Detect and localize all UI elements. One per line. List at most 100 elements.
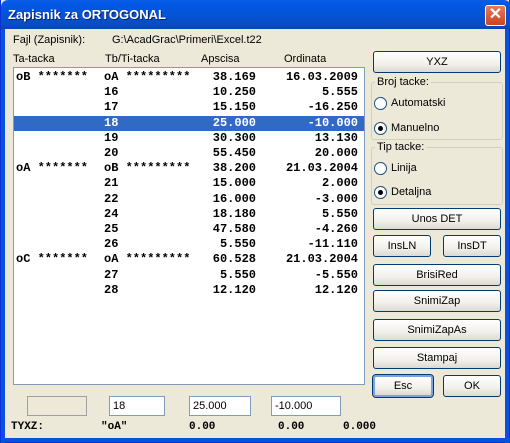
list-row[interactable]: oC ******* oA ********* 60.528 21.03.2004 xyxy=(14,252,364,267)
cell-tb: 27 xyxy=(104,267,119,282)
cell-ordinata: 12.120 xyxy=(314,282,358,297)
cell-ordinata: 5.550 xyxy=(321,206,358,221)
cell-ordinata: 2.000 xyxy=(321,176,358,191)
stampaj-button[interactable]: Stampaj xyxy=(373,347,501,369)
list-row[interactable]: oB ******* oA ********* 38.169 16.03.2009 xyxy=(14,70,364,85)
cell-ordinata: -3.000 xyxy=(314,191,358,206)
cell-tb: 19 xyxy=(104,130,119,145)
cell-tb: 25 xyxy=(104,222,119,236)
broj-tacke-label: Broj tacke: xyxy=(375,76,431,88)
insdt-button[interactable]: InsDT xyxy=(443,235,501,257)
cell-apscisa: 12.120 xyxy=(212,282,256,297)
cell-apscisa: 5.550 xyxy=(219,237,256,252)
manuelno-label[interactable]: Manuelno xyxy=(391,122,439,134)
list-row[interactable]: 24 18.180 5.550 xyxy=(14,207,364,222)
column-header-tb: Tb/Ti-tacka xyxy=(105,53,160,65)
list-row[interactable]: 26 5.550 -11.110 xyxy=(14,237,364,252)
ordinata-input[interactable]: -10.000 xyxy=(271,396,341,416)
snimizap-button[interactable]: SnimiZap xyxy=(373,290,501,312)
list-row[interactable]: 18 25.000 -10.000 xyxy=(14,115,364,131)
cell-apscisa: 5.550 xyxy=(219,267,256,282)
window-border-right xyxy=(505,29,509,443)
cell-ordinata: 16.03.2009 xyxy=(285,70,358,84)
status-label: TYXZ: xyxy=(11,421,45,433)
cell-apscisa: 38.200 xyxy=(212,161,256,176)
cell-apscisa: 16.000 xyxy=(212,191,256,206)
cell-ordinata: 13.130 xyxy=(314,130,358,145)
list-row[interactable]: 20 55.450 20.000 xyxy=(14,146,364,161)
list-row[interactable]: 17 15.150 -16.250 xyxy=(14,100,364,115)
manuelno-radio[interactable] xyxy=(374,122,387,135)
cell-tb: 20 xyxy=(104,146,119,160)
file-label: Fajl (Zapisnik): xyxy=(13,34,86,46)
cell-tb: 22 xyxy=(104,191,119,206)
list-row[interactable]: 19 30.300 13.130 xyxy=(14,131,364,146)
window-border-bottom xyxy=(1,438,510,442)
cell-tb: 26 xyxy=(104,237,119,252)
cell-ta: oC ******* xyxy=(16,252,89,267)
list-row[interactable]: 21 15.000 2.000 xyxy=(14,176,364,191)
list-row[interactable]: 25 47.580 -4.260 xyxy=(14,222,364,237)
window-title: Zapisnik za ORTOGONAL xyxy=(8,7,166,22)
title-bar[interactable]: Zapisnik za ORTOGONAL ✕ xyxy=(1,0,510,29)
cell-apscisa: 15.000 xyxy=(212,176,256,191)
linija-radio[interactable] xyxy=(374,162,387,175)
snimizapas-button[interactable]: SnimiZapAs xyxy=(373,319,501,341)
column-header-ordinata: Ordinata xyxy=(284,53,327,65)
points-list[interactable]: oB ******* oA ********* 38.169 16.03.2009 16… xyxy=(13,67,365,385)
cell-ta: oB ******* xyxy=(16,70,89,84)
cell-tb: 21 xyxy=(104,176,119,191)
column-header-apscisa: Apscisa xyxy=(201,53,240,65)
point-number-input[interactable]: 18 xyxy=(109,396,165,416)
cell-apscisa: 55.450 xyxy=(212,146,256,160)
disabled-field xyxy=(27,396,87,416)
list-row[interactable]: 22 16.000 -3.000 xyxy=(14,192,364,207)
detaljna-label[interactable]: Detaljna xyxy=(391,186,431,198)
tip-tacke-label: Tip tacke: xyxy=(375,141,427,153)
esc-button[interactable]: Esc xyxy=(372,374,434,398)
status-value-3: 0.000 xyxy=(343,421,377,433)
window-border-left xyxy=(1,29,5,443)
ok-button[interactable]: OK xyxy=(443,375,501,397)
status-value-2: 0.00 xyxy=(278,421,305,433)
cell-ordinata: 21.03.2004 xyxy=(285,161,358,176)
cell-apscisa: 47.580 xyxy=(212,222,256,236)
cell-tb: 28 xyxy=(104,282,119,297)
cell-tb: 18 xyxy=(104,115,119,130)
cell-ordinata: -4.260 xyxy=(314,222,358,236)
cell-ordinata: -16.250 xyxy=(307,100,358,115)
detaljna-radio[interactable] xyxy=(374,186,387,199)
list-row[interactable]: 27 5.550 -5.550 xyxy=(14,268,364,283)
yxz-button[interactable]: YXZ xyxy=(373,51,501,73)
status-point: "oA" xyxy=(101,421,128,433)
cell-apscisa: 30.300 xyxy=(212,130,256,145)
close-button[interactable]: ✕ xyxy=(485,5,506,26)
cell-apscisa: 15.150 xyxy=(212,100,256,115)
cell-apscisa: 10.250 xyxy=(212,85,256,100)
cell-ordinata: -11.110 xyxy=(307,237,358,252)
apscisa-input[interactable]: 25.000 xyxy=(189,396,251,416)
dialog-window: Zapisnik za ORTOGONAL ✕ Fajl (Zapisnik):… xyxy=(0,0,510,443)
list-row[interactable]: 28 12.120 12.120 xyxy=(14,283,364,298)
brisired-button[interactable]: BrisiRed xyxy=(373,264,501,286)
cell-apscisa: 60.528 xyxy=(212,252,256,267)
cell-ordinata: 20.000 xyxy=(314,146,358,160)
unos-det-button[interactable]: Unos DET xyxy=(373,208,501,230)
cell-apscisa: 38.169 xyxy=(212,70,256,84)
automatski-label[interactable]: Automatski xyxy=(391,97,445,109)
cell-ordinata: -5.550 xyxy=(314,267,358,282)
cell-ordinata: 5.555 xyxy=(321,85,358,100)
status-value-1: 0.00 xyxy=(189,421,216,433)
list-row[interactable]: 16 10.250 5.555 xyxy=(14,85,364,100)
insln-button[interactable]: InsLN xyxy=(373,235,431,257)
cell-tb: 24 xyxy=(104,206,119,221)
automatski-radio[interactable] xyxy=(374,97,387,110)
column-header-ta: Ta-tacka xyxy=(13,53,55,65)
cell-tb: 16 xyxy=(104,85,119,100)
list-row[interactable]: oA ******* oB ********* 38.200 21.03.2004 xyxy=(14,161,364,176)
cell-apscisa: 18.180 xyxy=(212,206,256,221)
file-path: G:\AcadGrac\Primeri\Excel.t22 xyxy=(112,34,262,46)
cell-apscisa: 25.000 xyxy=(212,115,256,130)
linija-label[interactable]: Linija xyxy=(391,162,417,174)
cell-ordinata: 21.03.2004 xyxy=(285,252,358,267)
